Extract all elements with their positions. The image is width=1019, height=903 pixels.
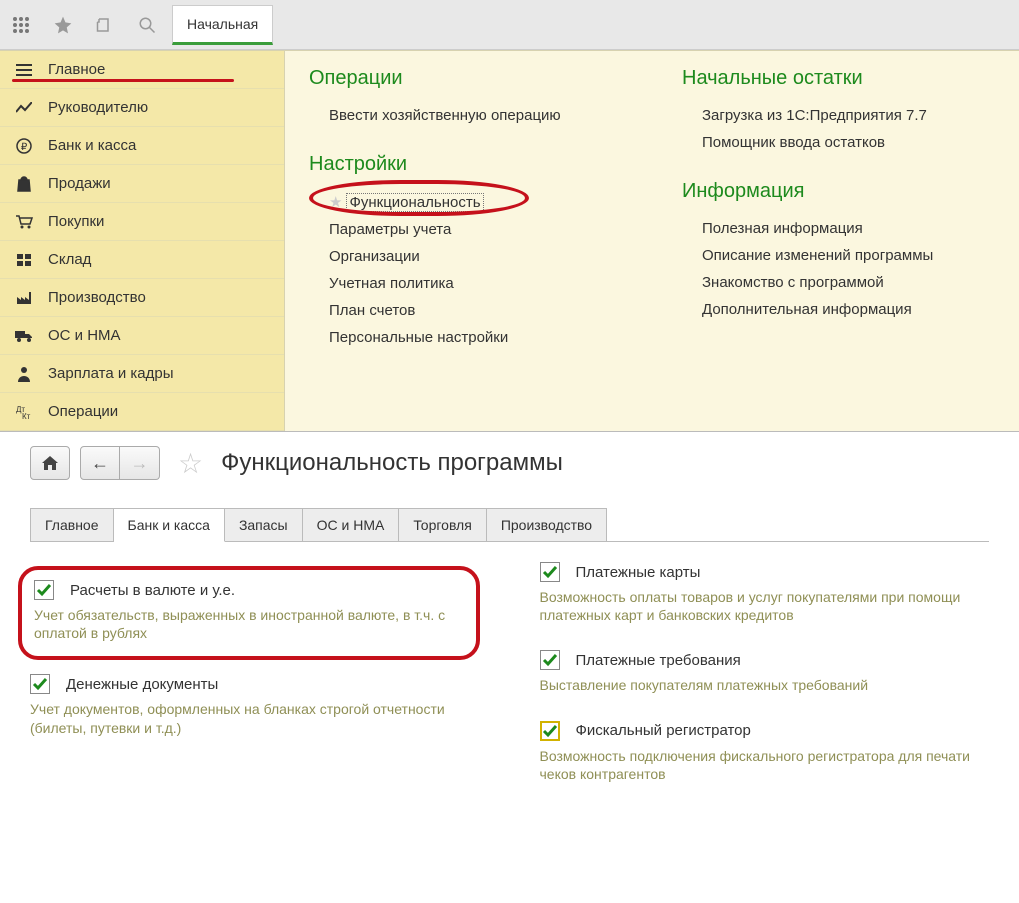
menu-item[interactable]: Параметры учета [329,216,622,243]
sidebar-item-label: Главное [48,61,105,78]
forward-button[interactable]: → [120,446,160,480]
apps-grid-icon[interactable] [0,0,42,50]
tab-main[interactable]: Главное [30,508,114,542]
sidebar-item-manager[interactable]: Руководителю [0,89,284,127]
menu-item[interactable]: Персональные настройки [329,324,622,351]
back-button[interactable]: ← [80,446,120,480]
menu-item[interactable]: Учетная политика [329,270,622,297]
ruble-icon: ₽ [14,138,34,154]
option-label: Платежные карты [576,564,701,581]
page-title: Функциональность программы [221,449,563,477]
sidebar-item-salary[interactable]: Зарплата и кадры [0,355,284,393]
tab-assets[interactable]: ОС и НМА [303,508,400,542]
option-money-docs: Денежные документы Учет документов, офор… [30,674,480,736]
chart-icon [14,102,34,114]
section-heading: Информация [682,180,995,203]
checkbox-currency[interactable] [34,580,54,600]
history-icon[interactable] [84,0,126,50]
option-payment-cards: Платежные карты Возможность оплаты товар… [540,562,990,624]
sidebar-item-label: Банк и касса [48,137,136,154]
menu-section-operations: Операции Ввести хозяйственную операцию [309,67,622,129]
checkbox-fiscal[interactable] [540,721,560,741]
tabs: Главное Банк и касса Запасы ОС и НМА Тор… [30,508,989,542]
star-icon[interactable] [42,0,84,50]
menu-icon [14,64,34,76]
sidebar-item-label: Покупки [48,213,104,230]
favorite-star-icon[interactable]: ☆ [178,447,203,480]
tab-stocks[interactable]: Запасы [225,508,303,542]
truck-icon [14,329,34,343]
tab-home[interactable]: Начальная [172,5,273,45]
sidebar: Главное Руководителю ₽ Банк и касса Прод… [0,51,285,431]
tab-production[interactable]: Производство [487,508,607,542]
sidebar-item-bank[interactable]: ₽ Банк и касса [0,127,284,165]
person-icon [14,366,34,382]
checkbox-money-docs[interactable] [30,674,50,694]
sidebar-item-assets[interactable]: ОС и НМА [0,317,284,355]
menu-item[interactable]: Описание изменений программы [702,242,995,269]
svg-text:₽: ₽ [21,142,28,153]
checkbox-payment-cards[interactable] [540,562,560,582]
option-label: Платежные требования [576,652,741,669]
sidebar-item-sales[interactable]: Продажи [0,165,284,203]
sidebar-item-operations[interactable]: ДтКт Операции [0,393,284,431]
sidebar-item-label: ОС и НМА [48,327,121,344]
sidebar-item-label: Операции [48,403,118,420]
menu-item[interactable]: Полезная информация [702,215,995,242]
checkbox-payment-requests[interactable] [540,650,560,670]
boxes-icon [14,253,34,267]
menu-section-initial: Начальные остатки Загрузка из 1С:Предпри… [682,67,995,156]
option-desc: Учет документов, оформленных на бланках … [30,700,480,736]
option-currency: Расчеты в валюте и у.е. Учет обязательст… [18,566,480,660]
sidebar-item-label: Руководителю [48,99,148,116]
section-heading: Операции [309,67,622,90]
sidebar-item-label: Зарплата и кадры [48,365,174,382]
menu-section-info: Информация Полезная информация Описание … [682,180,995,323]
menu-item[interactable]: Организации [329,243,622,270]
svg-text:Кт: Кт [22,412,31,420]
option-label: Расчеты в валюте и у.е. [70,582,235,599]
option-desc: Учет обязательств, выраженных в иностран… [34,606,452,642]
sidebar-item-label: Склад [48,251,91,268]
options-area: Расчеты в валюте и у.е. Учет обязательст… [30,542,989,809]
sidebar-item-main[interactable]: Главное [0,51,284,89]
sidebar-item-buy[interactable]: Покупки [0,203,284,241]
home-button[interactable] [30,446,70,480]
menu-item[interactable]: Загрузка из 1С:Предприятия 7.7 [702,102,995,129]
tab-bank[interactable]: Банк и касса [114,508,225,542]
section-heading: Настройки [309,153,622,176]
option-desc: Возможность подключения фискального реги… [540,747,990,783]
tab-trade[interactable]: Торговля [399,508,486,542]
main-menu: Операции Ввести хозяйственную операцию Н… [285,51,1019,431]
menu-item[interactable]: Ввести хозяйственную операцию [329,102,622,129]
menu-item-functionality[interactable]: ★Функциональность [329,188,622,216]
menu-section-settings: Настройки ★Функциональность Параметры уч… [309,153,622,351]
option-payment-requests: Платежные требования Выставление покупат… [540,650,990,694]
sidebar-item-stock[interactable]: Склад [0,241,284,279]
section-heading: Начальные остатки [682,67,995,90]
lower-header: ← → ☆ Функциональность программы [30,446,989,480]
star-icon: ★ [329,194,342,211]
menu-item[interactable]: Помощник ввода остатков [702,129,995,156]
upper-pane: Главное Руководителю ₽ Банк и касса Прод… [0,50,1019,431]
bag-icon [14,176,34,192]
cart-icon [14,215,34,229]
sidebar-item-label: Продажи [48,175,111,192]
option-desc: Возможность оплаты товаров и услуг покуп… [540,588,990,624]
search-icon[interactable] [126,0,168,50]
option-desc: Выставление покупателям платежных требов… [540,676,990,694]
factory-icon [14,291,34,305]
menu-item[interactable]: Дополнительная информация [702,296,995,323]
menu-item[interactable]: Знакомство с программой [702,269,995,296]
lower-pane: ← → ☆ Функциональность программы Главное… [0,431,1019,849]
ops-icon: ДтКт [14,404,34,420]
menu-item[interactable]: План счетов [329,297,622,324]
option-label: Фискальный регистратор [576,722,751,739]
sidebar-item-label: Производство [48,289,146,306]
top-toolbar: Начальная [0,0,1019,50]
option-label: Денежные документы [66,676,218,693]
sidebar-item-production[interactable]: Производство [0,279,284,317]
option-fiscal: Фискальный регистратор Возможность подкл… [540,721,990,783]
